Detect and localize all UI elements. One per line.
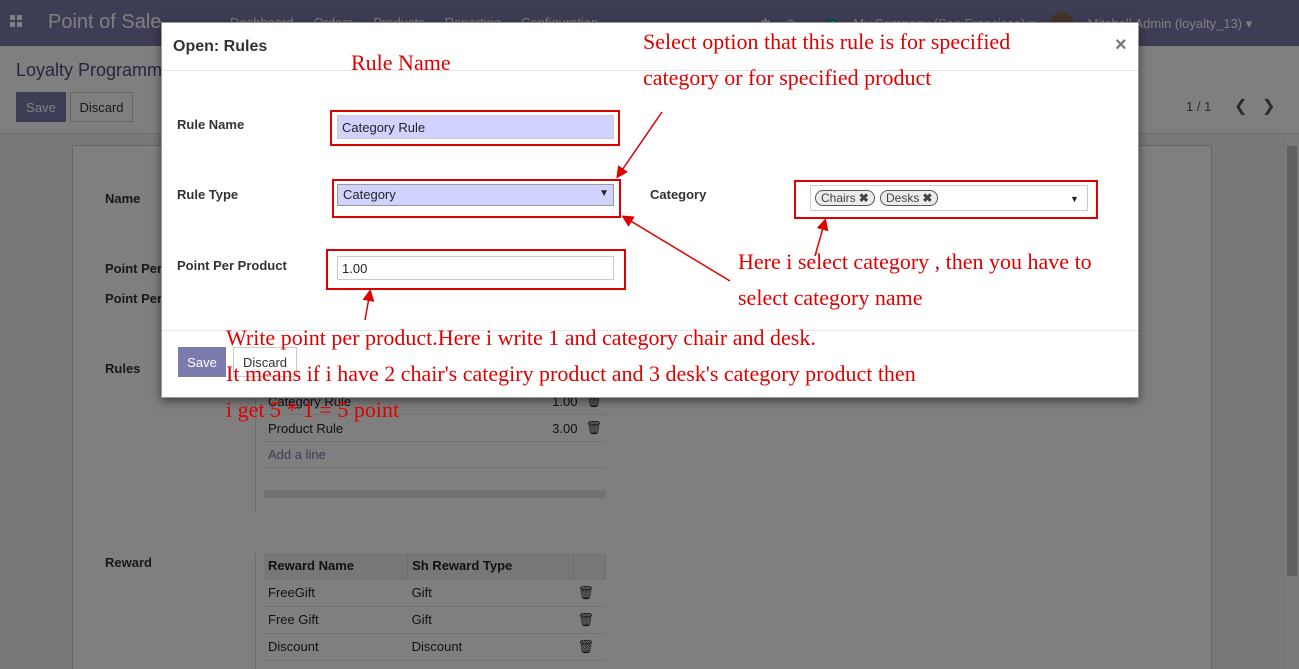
annotation-box-category [794, 180, 1098, 219]
annotation-option-line: category or for specified product [643, 65, 932, 90]
save-button[interactable]: Save [178, 347, 226, 377]
point-per-product-label: Point Per Product [177, 258, 287, 273]
annotation-option-line: Select option that this rule is for spec… [643, 29, 1011, 54]
category-label: Category [650, 187, 707, 202]
annotation-point-line: i get 5 * 1 = 5 point [226, 397, 400, 422]
annotation-point-line: Write point per product.Here i write 1 a… [226, 325, 816, 350]
modal-title: Open: Rules [173, 38, 268, 55]
close-icon[interactable]: × [1115, 34, 1127, 57]
annotation-point-line: It means if i have 2 chair's categiry pr… [226, 361, 916, 386]
annotation-category-line: select category name [738, 285, 923, 310]
annotation-box-rule-name [330, 110, 620, 146]
annotation-rule-name: Rule Name [351, 50, 451, 75]
rule-name-label: Rule Name [177, 117, 245, 132]
annotation-box-point [326, 249, 626, 290]
rule-type-label: Rule Type [177, 187, 239, 202]
annotation-category-line: Here i select category , then you have t… [738, 249, 1092, 274]
annotation-box-rule-type [332, 179, 621, 218]
